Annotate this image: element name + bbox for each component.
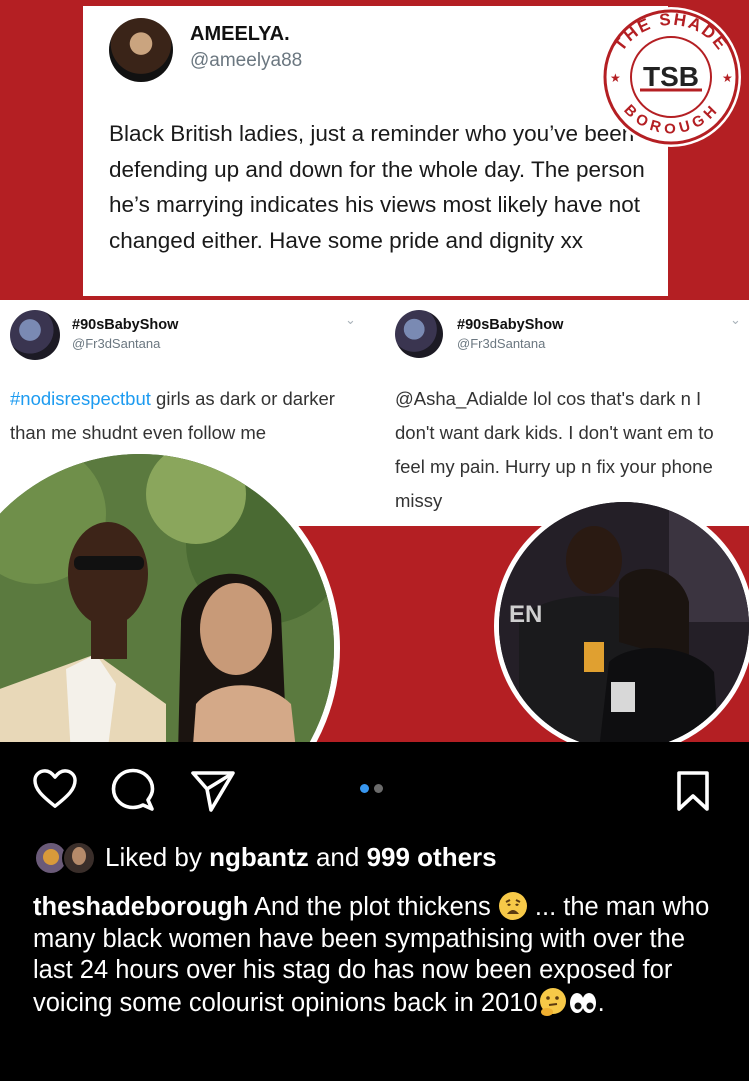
- tweet-handle: @Fr3dSantana: [72, 336, 161, 351]
- eyes-emoji-icon: [569, 992, 596, 1013]
- tweet-card-top: AMEELYA. @ameelya88 Black British ladies…: [83, 6, 668, 296]
- tweet-card-right: #90sBabyShow @Fr3dSantana ⌄ @Asha_Adiald…: [385, 300, 745, 526]
- chevron-down-icon: ⌄: [730, 312, 741, 327]
- couple-photo-right: EN: [494, 497, 749, 742]
- thinking-face-emoji-icon: [539, 987, 566, 1016]
- share-icon[interactable]: [190, 770, 236, 812]
- comment-icon[interactable]: [111, 768, 155, 812]
- tweet-display-name: #90sBabyShow: [457, 317, 564, 333]
- heart-icon[interactable]: [32, 768, 78, 810]
- tweet-display-name: AMEELYA.: [190, 23, 290, 45]
- tweet-text: Black British ladies, just a reminder wh…: [109, 121, 645, 253]
- liked-by-username: ngbantz: [209, 842, 309, 872]
- svg-text:EN: EN: [509, 601, 542, 628]
- liked-by-avatars: [34, 841, 96, 875]
- likes-text: Liked by ngbantz and 999 others: [105, 842, 497, 872]
- likes-count: 999 others: [366, 842, 497, 872]
- tweet-text: #nodisrespectbut girls as dark or darker…: [10, 388, 335, 443]
- chevron-down-icon: ⌄: [345, 312, 356, 327]
- post-image[interactable]: AMEELYA. @ameelya88 Black British ladies…: [0, 0, 749, 742]
- carousel-dot: [374, 784, 383, 793]
- avatar: [109, 18, 173, 82]
- hashtag: #nodisrespectbut: [10, 388, 151, 409]
- svg-text:★: ★: [610, 71, 621, 85]
- weary-face-emoji-icon: [498, 892, 527, 920]
- svg-text:★: ★: [722, 71, 733, 85]
- avatar: [395, 310, 443, 358]
- carousel-dot-active: [360, 784, 369, 793]
- tweet-handle: @Fr3dSantana: [457, 336, 546, 351]
- tweet-display-name: #90sBabyShow: [72, 317, 179, 333]
- caption-username[interactable]: theshadeborough: [33, 893, 248, 921]
- bookmark-icon[interactable]: [676, 770, 710, 812]
- tweet-text: @Asha_Adialde lol cos that's dark n I do…: [395, 388, 714, 511]
- avatar: [10, 310, 60, 360]
- tsb-logo: THE SHADE BOROUGH ★ ★ TSB: [601, 7, 741, 147]
- post-caption: theshadeborough And the plot thickens ..…: [33, 892, 710, 1017]
- logo-mark: TSB: [643, 61, 699, 92]
- tweet-handle: @ameelya88: [190, 50, 303, 71]
- carousel-indicator: [360, 780, 388, 798]
